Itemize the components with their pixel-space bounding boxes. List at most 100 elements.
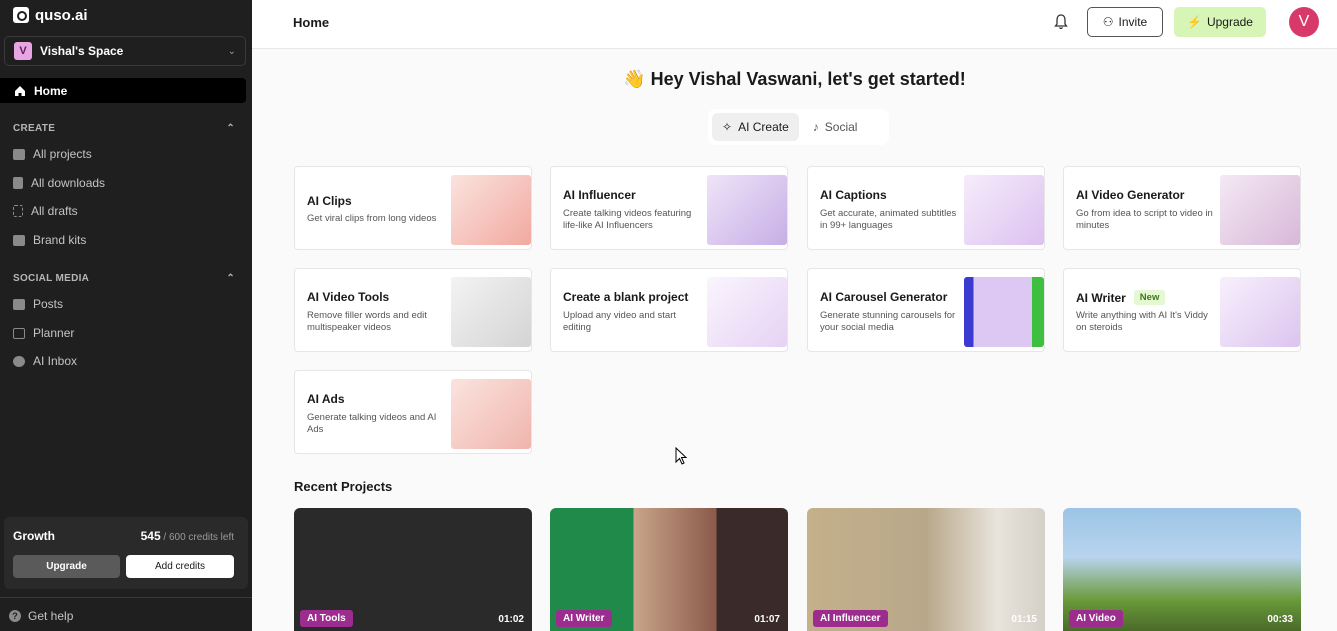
card-description: Upload any video and start editing <box>563 310 677 333</box>
inbox-icon <box>13 355 25 367</box>
logo[interactable]: quso.ai <box>13 6 88 24</box>
sidebar-item-label: Planner <box>33 326 75 340</box>
card-description: Go from idea to script to video in minut… <box>1076 208 1213 231</box>
card-ai-writer[interactable]: AI Writer New Write anything with AI It'… <box>1063 268 1301 352</box>
project-duration: 00:33 <box>1267 614 1293 625</box>
card-title: AI Video Tools <box>307 290 390 304</box>
posts-icon <box>13 298 25 310</box>
invite-button[interactable]: ⚇ Invite <box>1087 7 1163 37</box>
sidebar-item-brand-kits[interactable]: Brand kits <box>13 231 86 249</box>
card-description: Create talking videos featuring life-lik… <box>563 208 692 231</box>
card-thumbnail <box>707 175 787 245</box>
upgrade-button[interactable]: ⚡ Upgrade <box>1174 7 1266 37</box>
card-thumbnail <box>964 277 1044 347</box>
card-create-blank-project[interactable]: Create a blank project Upload any video … <box>550 268 788 352</box>
project-thumbnail[interactable]: AI Writer 01:07 <box>550 508 788 631</box>
divider <box>0 597 252 598</box>
plan-name: Growth <box>13 529 55 543</box>
card-description: Write anything with AI It's Viddy on ste… <box>1076 310 1208 333</box>
card-ai-clips[interactable]: AI Clips Get viral clips from long video… <box>294 166 532 250</box>
card-ai-captions[interactable]: AI Captions Get accurate, animated subti… <box>807 166 1045 250</box>
sidebar: quso.ai V Vishal's Space ⌄ Home CREATE ⌃… <box>0 0 252 631</box>
project-duration: 01:07 <box>754 614 780 625</box>
tab-social[interactable]: ♪ Social <box>803 113 868 141</box>
project-thumbnail[interactable]: AI Tools 01:02 <box>294 508 532 631</box>
card-description: Generate talking videos and AI Ads <box>307 412 437 435</box>
tab-label: Social <box>824 120 858 134</box>
sidebar-item-label: Brand kits <box>33 233 87 247</box>
credits-count: 545 <box>140 529 161 543</box>
get-help-link[interactable]: ? Get help <box>9 609 73 623</box>
sidebar-item-label: Posts <box>33 297 64 311</box>
sidebar-item-ai-inbox[interactable]: AI Inbox <box>13 352 77 370</box>
recent-projects-heading: Recent Projects <box>294 479 393 494</box>
card-title: AI Influencer <box>563 188 636 202</box>
card-ai-carousel-generator[interactable]: AI Carousel Generator Generate stunning … <box>807 268 1045 352</box>
sidebar-item-label: All projects <box>33 147 92 161</box>
card-description: Generate stunning carousels for your soc… <box>820 310 956 333</box>
chevron-up-icon: ⌃ <box>226 273 235 284</box>
sidebar-item-all-drafts[interactable]: All drafts <box>13 202 78 220</box>
sidebar-upgrade-button[interactable]: Upgrade <box>13 555 120 578</box>
card-title: Create a blank project <box>563 290 689 304</box>
mouse-cursor-icon <box>675 447 687 465</box>
card-title: AI Video Generator <box>1076 188 1185 202</box>
section-social-label: SOCIAL MEDIA <box>13 273 90 284</box>
add-credits-button[interactable]: Add credits <box>126 555 234 578</box>
project-duration: 01:02 <box>498 614 524 625</box>
section-create-header[interactable]: CREATE ⌃ <box>13 123 235 134</box>
project-type-tag: AI Tools <box>300 610 353 627</box>
card-title: AI Ads <box>307 392 345 406</box>
tab-ai-create[interactable]: ✧ AI Create <box>712 113 799 141</box>
tiktok-icon: ♪ <box>812 120 819 134</box>
sidebar-item-label: AI Inbox <box>33 354 78 368</box>
download-icon <box>13 177 23 189</box>
sidebar-item-label: Home <box>34 83 68 98</box>
project-thumbnail[interactable]: AI Influencer 01:15 <box>807 508 1045 631</box>
card-thumbnail <box>1220 175 1300 245</box>
bell-icon[interactable] <box>1054 14 1068 30</box>
sidebar-item-planner[interactable]: Planner <box>13 324 74 342</box>
project-thumbnail[interactable]: AI Video 00:33 <box>1063 508 1301 631</box>
draft-icon <box>13 205 23 217</box>
chevron-up-icon: ⌃ <box>226 123 235 134</box>
add-user-icon: ⚇ <box>1102 15 1114 29</box>
project-type-tag: AI Writer <box>556 610 612 627</box>
magic-wand-icon: ✧ <box>722 120 733 134</box>
quso-logo-icon <box>13 7 29 23</box>
get-help-label: Get help <box>28 609 74 623</box>
card-title: AI Captions <box>820 188 887 202</box>
section-social-header[interactable]: SOCIAL MEDIA ⌃ <box>13 273 235 284</box>
sidebar-item-label: All drafts <box>31 204 78 218</box>
project-type-tag: AI Video <box>1069 610 1123 627</box>
tab-label: AI Create <box>738 120 789 134</box>
card-ai-ads[interactable]: AI Ads Generate talking videos and AI Ad… <box>294 370 532 454</box>
card-title: AI Clips <box>307 194 352 208</box>
card-description: Get viral clips from long videos <box>307 213 437 224</box>
workspace-avatar: V <box>14 42 32 60</box>
new-badge: New <box>1133 290 1166 305</box>
calendar-icon <box>13 327 25 339</box>
sidebar-item-home[interactable]: Home <box>0 78 246 103</box>
greeting-heading: 👋 Hey Vishal Vaswani, let's get started! <box>623 69 966 89</box>
card-ai-influencer[interactable]: AI Influencer Create talking videos feat… <box>550 166 788 250</box>
user-avatar[interactable]: V <box>1289 7 1319 37</box>
sidebar-item-all-projects[interactable]: All projects <box>13 145 92 163</box>
workspace-name: Vishal's Space <box>40 44 124 58</box>
section-create-label: CREATE <box>13 123 56 134</box>
workspace-switcher[interactable]: V Vishal's Space ⌄ <box>4 36 246 66</box>
logo-text: quso.ai <box>35 6 88 24</box>
card-thumbnail <box>707 277 787 347</box>
credits-panel: Growth 545 / 600 credits left Upgrade Ad… <box>4 517 248 589</box>
upgrade-label: Upgrade <box>1206 15 1253 29</box>
sidebar-item-posts[interactable]: Posts <box>13 295 63 313</box>
page-title: Home <box>293 15 330 30</box>
card-title: AI Writer New <box>1076 290 1166 305</box>
card-ai-video-generator[interactable]: AI Video Generator Go from idea to scrip… <box>1063 166 1301 250</box>
folder-icon <box>13 148 25 160</box>
home-icon <box>15 85 25 96</box>
create-tabs: ✧ AI Create ♪ Social <box>708 109 889 145</box>
sidebar-item-all-downloads[interactable]: All downloads <box>13 174 105 192</box>
card-ai-video-tools[interactable]: AI Video Tools Remove filler words and e… <box>294 268 532 352</box>
card-title: AI Carousel Generator <box>820 290 948 304</box>
